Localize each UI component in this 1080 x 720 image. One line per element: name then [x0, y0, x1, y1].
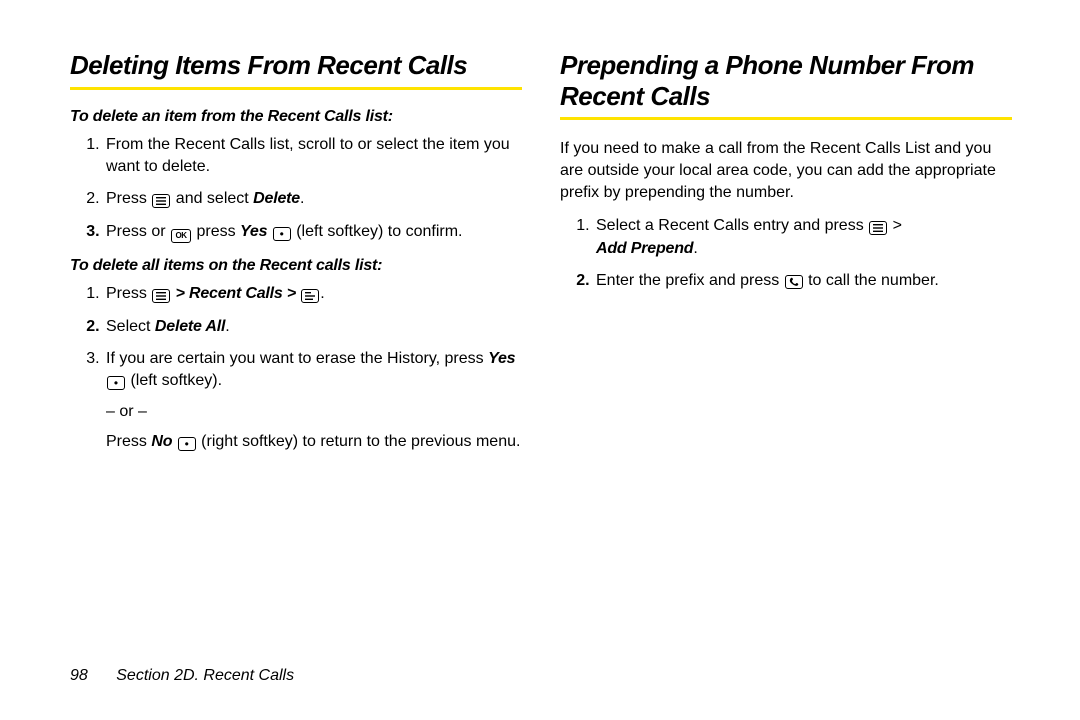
ok-key-icon: OK: [171, 229, 191, 243]
steps-delete-item: From the Recent Calls list, scroll to or…: [70, 134, 522, 244]
intro-paragraph: If you need to make a call from the Rece…: [560, 138, 1012, 203]
step-1: From the Recent Calls list, scroll to or…: [104, 134, 522, 179]
text: >: [888, 217, 902, 234]
text-bold-italic: No: [151, 433, 172, 450]
call-key-icon: [785, 275, 803, 289]
text: Press: [106, 190, 151, 207]
steps-delete-all: Press > Recent Calls > . Select Delete A…: [70, 283, 522, 453]
text: .: [225, 318, 229, 335]
text: Select: [106, 318, 155, 335]
softkey-icon: [107, 376, 125, 390]
alt-instruction: Press No (right softkey) to return to th…: [106, 431, 522, 453]
step-3: If you are certain you want to erase the…: [104, 348, 522, 454]
text: Press: [106, 285, 151, 302]
text: and select: [171, 190, 253, 207]
menu-key-icon: [869, 221, 887, 235]
text: press: [192, 223, 240, 240]
manual-page: Deleting Items From Recent Calls To dele…: [0, 0, 1080, 720]
text: .: [320, 285, 324, 302]
step-2: Enter the prefix and press to call the n…: [594, 270, 1012, 292]
step-2: Press and select Delete.: [104, 188, 522, 210]
page-footer: 98 Section 2D. Recent Calls: [70, 667, 294, 685]
steps-prepend: Select a Recent Calls entry and press > …: [560, 215, 1012, 292]
text: to call the number.: [804, 272, 939, 289]
menu-key-icon: [152, 194, 170, 208]
heading-prepending: Prepending a Phone Number From Recent Ca…: [560, 50, 1012, 113]
text: (left softkey) to confirm.: [292, 223, 463, 240]
text-bold-italic: >: [283, 285, 301, 302]
text: Enter the prefix and press: [596, 272, 784, 289]
menu-key-icon: [152, 289, 170, 303]
section-label: Section 2D. Recent Calls: [116, 667, 294, 684]
step-1: Press > Recent Calls > .: [104, 283, 522, 305]
subhead-delete-all: To delete all items on the Recent calls …: [70, 257, 522, 275]
softkey-icon: [178, 437, 196, 451]
options-key-icon: [301, 289, 319, 303]
text: .: [693, 240, 697, 257]
softkey-icon: [273, 227, 291, 241]
text: Press: [106, 433, 151, 450]
two-column-layout: Deleting Items From Recent Calls To dele…: [70, 50, 1030, 464]
heading-underline: [70, 87, 522, 90]
heading-deleting-items: Deleting Items From Recent Calls: [70, 50, 522, 83]
text-bold-italic: Add Prepend: [596, 240, 693, 257]
or-separator: – or –: [106, 401, 522, 423]
left-column: Deleting Items From Recent Calls To dele…: [70, 50, 522, 464]
step-3: Press or OK press Yes (left softkey) to …: [104, 221, 522, 243]
text: From the Recent Calls list, scroll to or…: [106, 136, 510, 175]
text: Select a Recent Calls entry and press: [596, 217, 868, 234]
text-bold-italic: >: [171, 285, 189, 302]
text: If you are certain you want to erase the…: [106, 350, 488, 367]
text-bold-italic: Recent Calls: [189, 285, 283, 302]
text-bold-italic: Delete: [253, 190, 300, 207]
text-bold-italic: Yes: [488, 350, 515, 367]
step-1: Select a Recent Calls entry and press > …: [594, 215, 1012, 260]
text: (left softkey).: [126, 372, 222, 389]
text-bold-italic: Delete All: [155, 318, 225, 335]
step-2: Select Delete All.: [104, 316, 522, 338]
right-column: Prepending a Phone Number From Recent Ca…: [560, 50, 1012, 464]
heading-underline: [560, 117, 1012, 120]
page-number: 98: [70, 667, 88, 684]
text: Press or: [106, 223, 170, 240]
text-bold-italic: Yes: [240, 223, 267, 240]
text: (right softkey) to return to the previou…: [197, 433, 521, 450]
subhead-delete-item: To delete an item from the Recent Calls …: [70, 108, 522, 126]
text: .: [300, 190, 304, 207]
